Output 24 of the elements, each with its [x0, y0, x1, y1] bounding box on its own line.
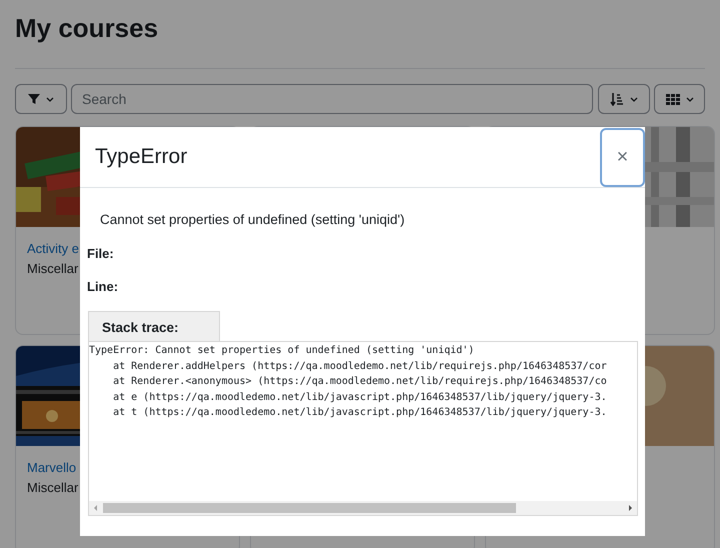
scrollbar-thumb[interactable] [103, 503, 516, 513]
close-button[interactable]: × [600, 128, 645, 186]
course-link[interactable]: Activity e [27, 239, 80, 259]
sort-icon [610, 92, 624, 106]
file-label: File: [87, 246, 114, 262]
view-button[interactable] [654, 84, 705, 114]
caret-icon [686, 96, 694, 102]
caret-icon [46, 96, 54, 102]
horizontal-scrollbar[interactable] [89, 501, 637, 515]
course-category: Miscellar [27, 479, 78, 497]
line-label: Line: [87, 279, 118, 295]
stack-trace-tab[interactable]: Stack trace: [88, 311, 220, 341]
caret-icon [630, 96, 638, 102]
stack-trace-text: TypeError: Cannot set properties of undefined (setting 'uniqid') at Renderer.addHelpers (https://qa.moodledemo.net/lib/requirejs.php/1646348537/cor at Renderer.<anonymous> (https://qa.moodledemo.net/lib/requirejs.php/1646348537/co at e (https://qa.moodledemo.net/lib/javascript.php/1646348537/lib/jquery/jquery-3. at t (https://qa.moodledemo.net/lib/javascript.php/1646348537/lib/jquery/jquery-3. [89, 344, 607, 420]
error-message: Cannot set properties of undefined (setting 'uniqid') [100, 211, 406, 229]
dialog-title: TypeError [95, 144, 188, 170]
page-title: My courses [15, 12, 160, 44]
filter-icon [28, 93, 40, 105]
course-category: Miscellar [27, 260, 78, 278]
course-link[interactable]: Marvello [27, 458, 76, 478]
filter-button[interactable] [15, 84, 67, 114]
grid-icon [666, 94, 680, 104]
sort-button[interactable] [598, 84, 650, 114]
search-field[interactable]: Search [71, 84, 593, 114]
